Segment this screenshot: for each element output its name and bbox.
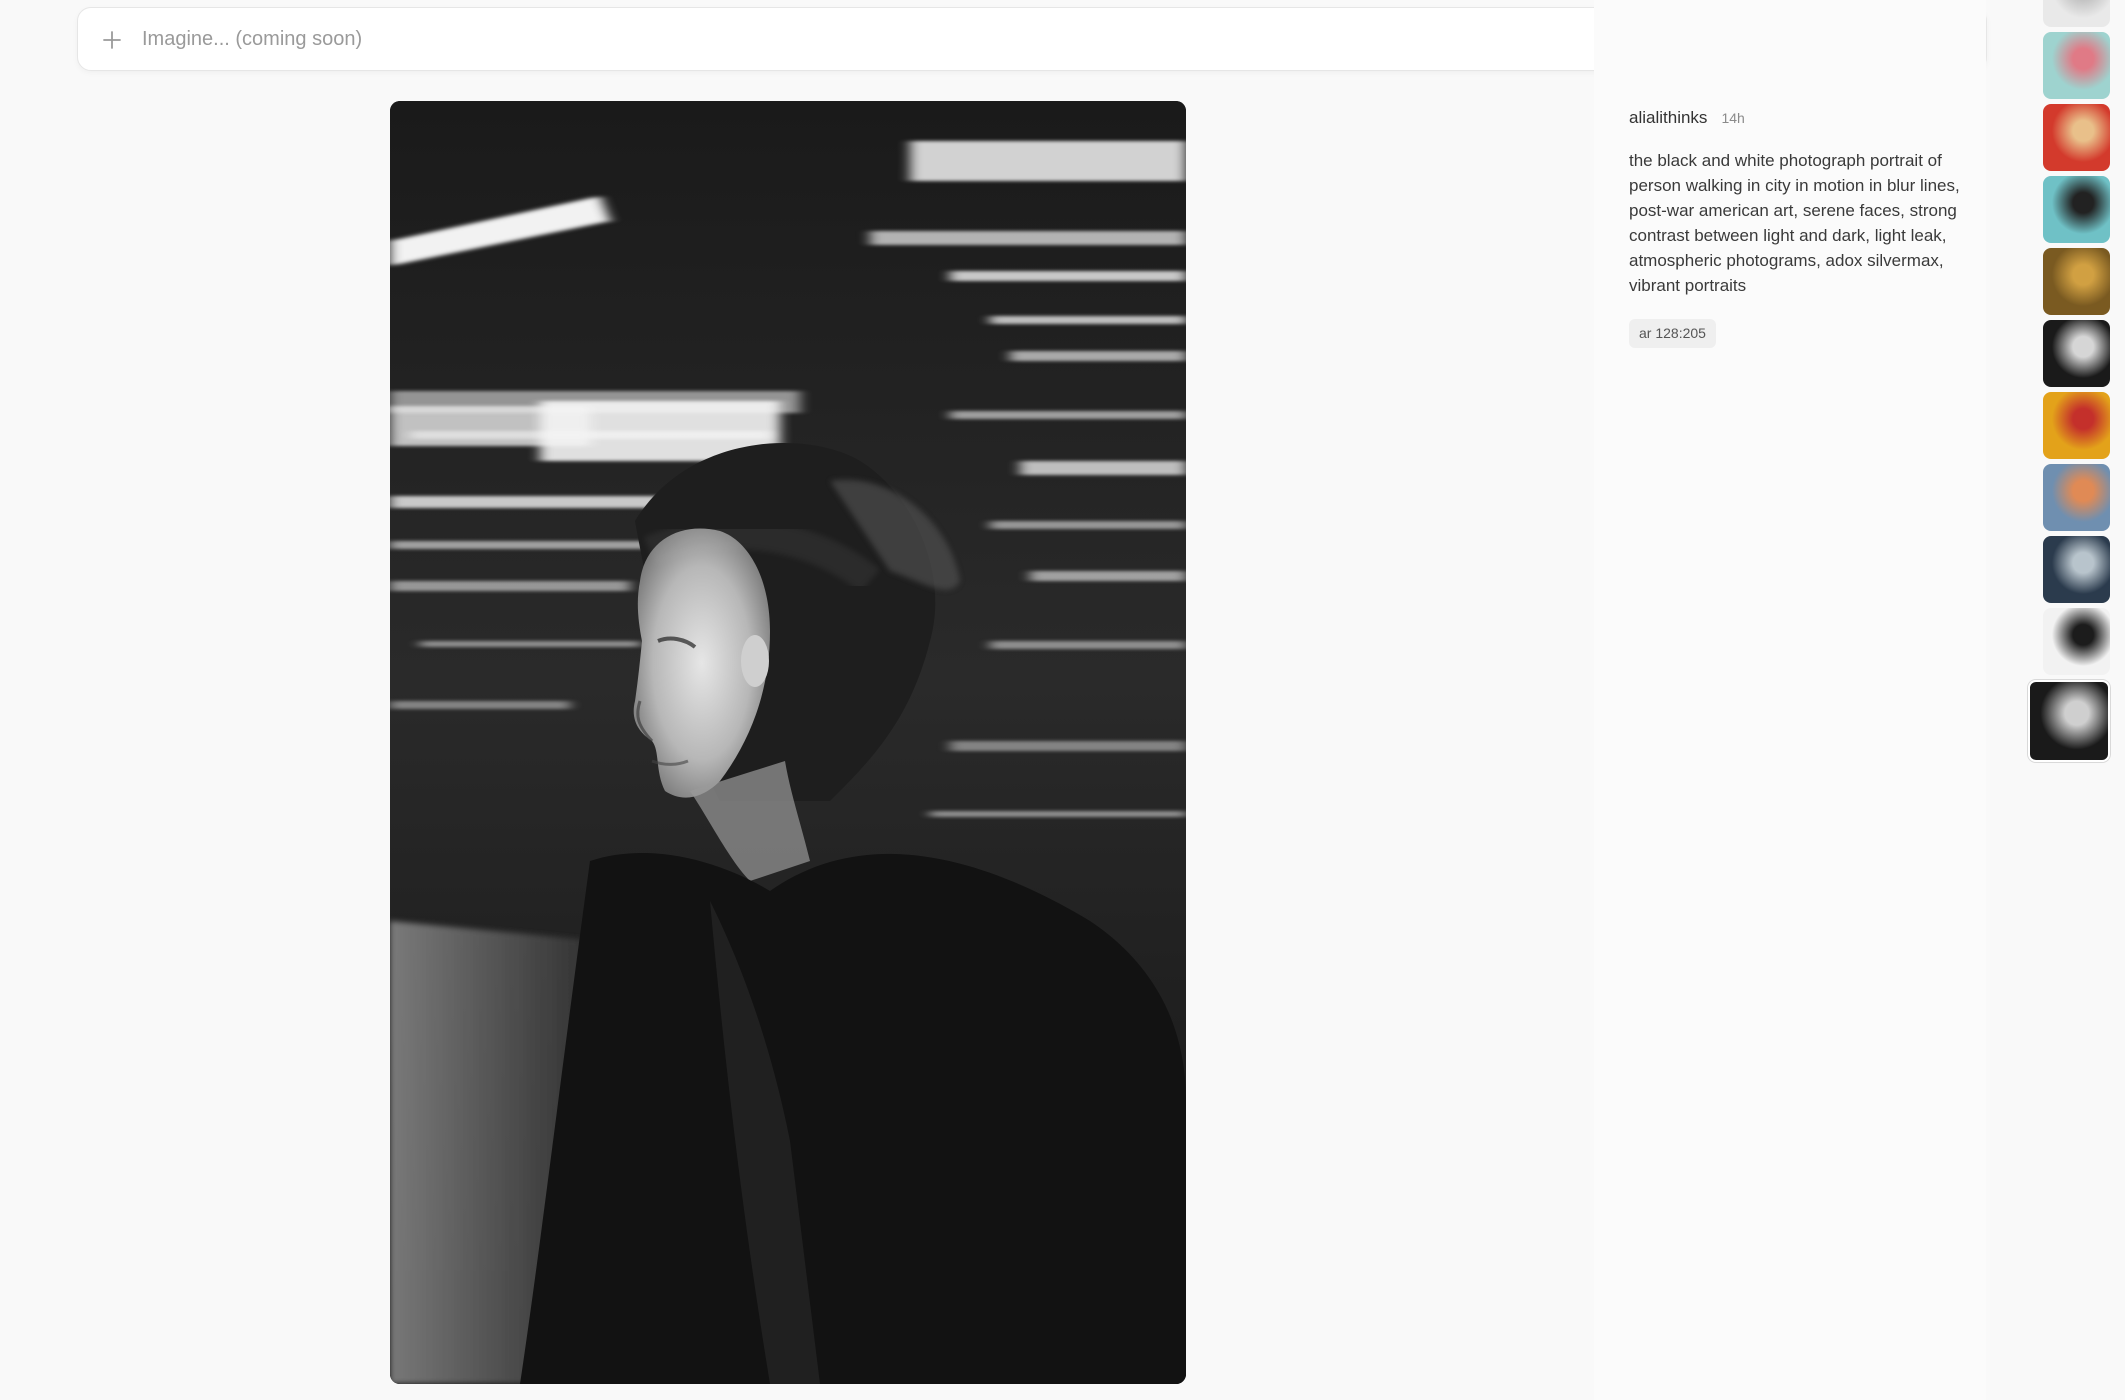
prompt-input[interactable] — [140, 16, 1820, 62]
info-panel: alialithinks 14h the black and white pho… — [1594, 0, 1986, 1400]
image-viewer-page: alialithinks 14h the black and white pho… — [0, 0, 2125, 1400]
author-row: alialithinks 14h — [1629, 108, 1745, 128]
author-name[interactable]: alialithinks — [1629, 108, 1707, 128]
plus-icon[interactable] — [100, 28, 124, 52]
thumbnail-item[interactable] — [2043, 0, 2110, 27]
thumbnail-item[interactable] — [2043, 464, 2110, 531]
thumbnail-item[interactable] — [2043, 104, 2110, 171]
post-age: 14h — [1721, 110, 1745, 126]
thumbnail-item[interactable] — [2043, 248, 2110, 315]
thumbnail-item[interactable] — [2043, 536, 2110, 603]
aspect-ratio-badge: ar 128:205 — [1629, 319, 1716, 348]
thumbnail-item[interactable] — [2043, 392, 2110, 459]
thumbnail-item[interactable] — [2043, 176, 2110, 243]
thumbnail-item[interactable] — [2028, 680, 2110, 762]
prompt-text: the black and white photograph portrait … — [1629, 151, 1960, 295]
thumbnail-item[interactable] — [2043, 608, 2110, 675]
thumbnail-item[interactable] — [2043, 32, 2110, 99]
main-image — [390, 101, 1186, 1384]
thumbnail-item[interactable] — [2043, 320, 2110, 387]
